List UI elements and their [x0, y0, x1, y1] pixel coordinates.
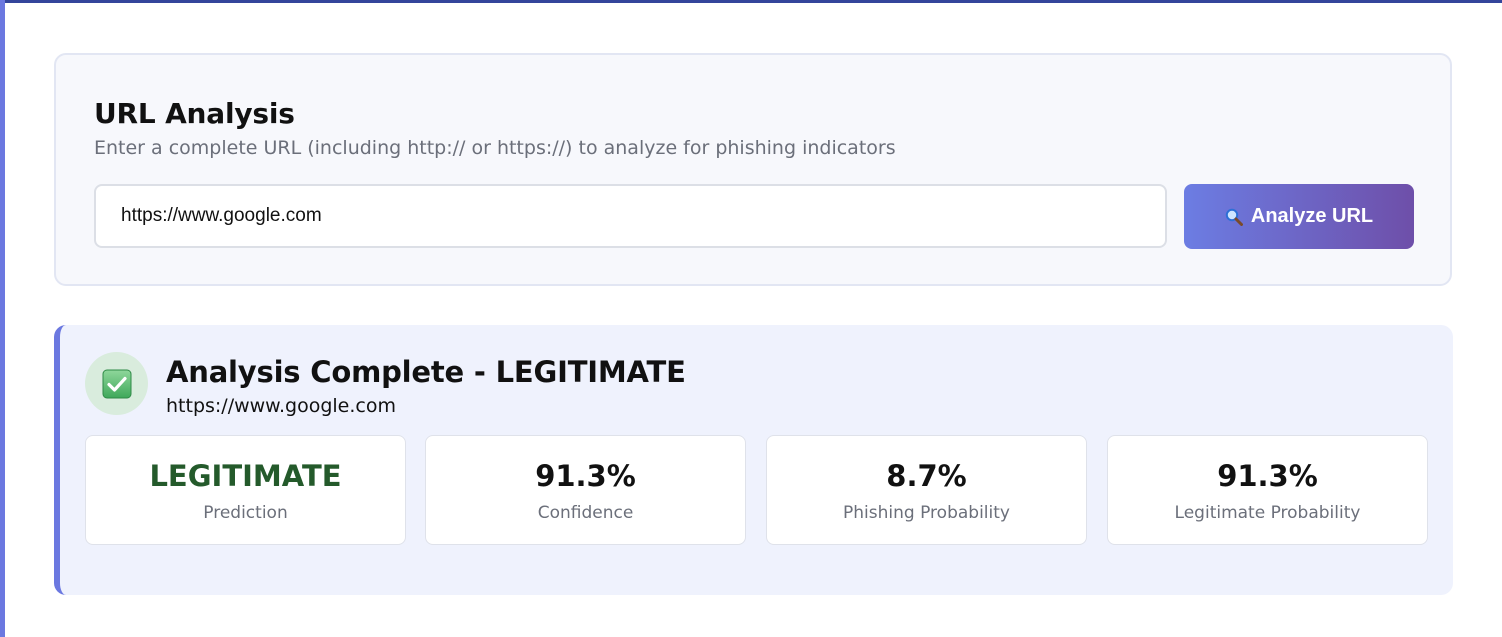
prediction-value: LEGITIMATE — [149, 459, 342, 493]
legitimate-probability-value: 91.3% — [1217, 459, 1318, 493]
stat-card-prediction: LEGITIMATE Prediction — [85, 435, 406, 545]
analyzed-url: https://www.google.com — [166, 395, 396, 417]
phishing-probability-value: 8.7% — [886, 459, 967, 493]
top-border — [0, 0, 1502, 3]
confidence-value: 91.3% — [535, 459, 636, 493]
stat-card-confidence: 91.3% Confidence — [425, 435, 746, 545]
url-analysis-panel: URL Analysis Enter a complete URL (inclu… — [54, 53, 1452, 286]
panel-title: URL Analysis — [94, 97, 295, 130]
confidence-label: Confidence — [537, 503, 634, 523]
legitimate-probability-label: Legitimate Probability — [1174, 503, 1361, 523]
result-title: Analysis Complete - LEGITIMATE — [166, 355, 686, 389]
phishing-probability-label: Phishing Probability — [843, 503, 1010, 523]
search-icon — [1225, 208, 1243, 226]
url-input[interactable] — [94, 184, 1167, 248]
status-badge — [85, 352, 148, 415]
analyze-url-button[interactable]: Analyze URL — [1184, 184, 1414, 249]
prediction-label: Prediction — [203, 503, 288, 523]
panel-subtitle: Enter a complete URL (including http:// … — [94, 137, 896, 159]
left-accent-border — [0, 0, 5, 637]
stat-card-legitimate-probability: 91.3% Legitimate Probability — [1107, 435, 1428, 545]
analysis-result-card: Analysis Complete - LEGITIMATE https://w… — [54, 325, 1453, 595]
check-mark-icon — [102, 369, 132, 399]
analyze-button-label: Analyze URL — [1250, 205, 1374, 227]
stat-card-phishing-probability: 8.7% Phishing Probability — [766, 435, 1087, 545]
